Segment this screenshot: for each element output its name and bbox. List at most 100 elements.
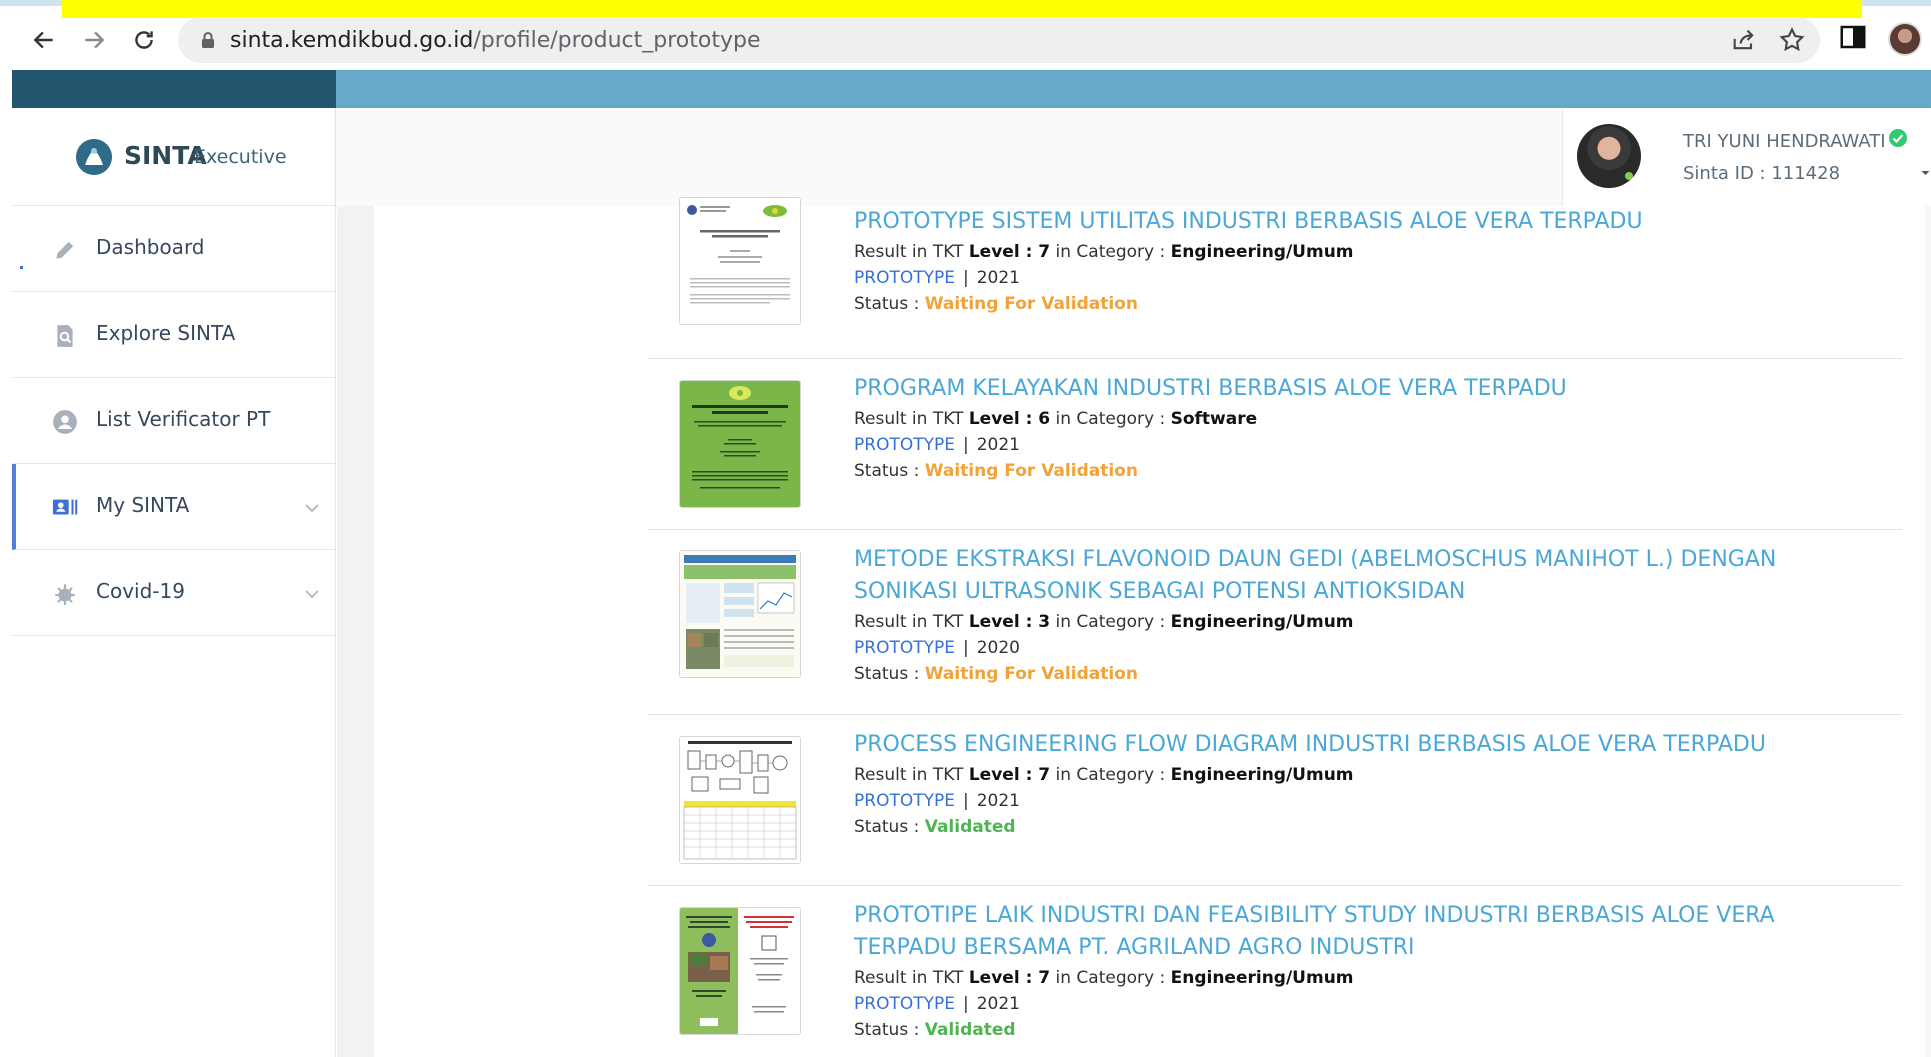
list-item: PROCESS ENGINEERING FLOW DIAGRAM INDUSTR… xyxy=(647,715,1902,886)
item-tkt-line: Result in TKT Level : 3 in Category : En… xyxy=(854,612,1354,632)
item-type-line: PROTOTYPE | 2021 xyxy=(854,268,1020,288)
back-button[interactable] xyxy=(24,20,64,60)
status-badge: Waiting For Validation xyxy=(924,664,1138,684)
side-panel-icon[interactable] xyxy=(1838,22,1868,52)
category-prefix: in Category : xyxy=(1055,409,1166,429)
brand-subtitle: Executive xyxy=(194,146,287,168)
brand[interactable]: SINTA Executive xyxy=(12,108,336,206)
item-title-link[interactable]: PROCESS ENGINEERING FLOW DIAGRAM INDUSTR… xyxy=(854,729,1884,761)
prototype-link[interactable]: PROTOTYPE xyxy=(854,791,955,811)
item-year: 2021 xyxy=(976,435,1020,455)
tkt-level: Level : 7 xyxy=(968,242,1051,262)
sinta-id: Sinta ID : 111428 xyxy=(1683,163,1841,184)
prototype-link[interactable]: PROTOTYPE xyxy=(854,994,955,1014)
user-avatar[interactable] xyxy=(1577,124,1641,188)
status-label: Status : xyxy=(854,664,920,684)
verified-check-icon xyxy=(1889,129,1907,147)
document-cover-icon xyxy=(680,381,800,507)
address-bar[interactable]: sinta.kemdikbud.go.id/profile/product_pr… xyxy=(178,17,1820,63)
status-label: Status : xyxy=(854,1020,920,1040)
category-prefix: in Category : xyxy=(1055,242,1166,262)
sidebar-item-my-sinta[interactable]: My SINTA xyxy=(12,464,336,550)
item-title-link[interactable]: PROGRAM KELAYAKAN INDUSTRI BERBASIS ALOE… xyxy=(854,373,1884,405)
app-band-left xyxy=(12,70,336,108)
book-cover-icon xyxy=(680,908,800,1034)
result-prefix: Result in TKT xyxy=(854,612,964,632)
status-badge: Waiting For Validation xyxy=(924,294,1138,314)
pencil-icon xyxy=(56,241,74,259)
browser-profile-avatar[interactable] xyxy=(1888,22,1922,56)
url-domain: sinta.kemdikbud.go.id xyxy=(230,28,474,53)
tab-strip-edge xyxy=(0,0,62,6)
item-thumbnail[interactable] xyxy=(679,550,801,678)
forward-button[interactable] xyxy=(74,20,114,60)
separator: | xyxy=(962,435,969,455)
item-year: 2021 xyxy=(976,268,1020,288)
caret-down-icon[interactable] xyxy=(1920,168,1931,178)
sidebar-item-covid-19[interactable]: Covid-19 xyxy=(12,550,336,636)
list-item: PROGRAM KELAYAKAN INDUSTRI BERBASIS ALOE… xyxy=(647,359,1902,530)
status-badge: Validated xyxy=(924,1020,1016,1040)
result-prefix: Result in TKT xyxy=(854,968,964,988)
item-status-line: Status : Waiting For Validation xyxy=(854,294,1138,314)
user-circle-icon xyxy=(53,410,77,434)
sidebar-item-list-verificator-pt[interactable]: List Verificator PT xyxy=(12,378,336,464)
separator: | xyxy=(962,268,969,288)
url-path: /profile/product_prototype xyxy=(473,28,761,53)
sidebar-item-explore-sinta[interactable]: Explore SINTA xyxy=(12,292,336,378)
item-thumbnail[interactable] xyxy=(679,197,801,325)
category: Software xyxy=(1170,409,1258,429)
item-title-link[interactable]: PROTOTIPE LAIK INDUSTRI DAN FEASIBILITY … xyxy=(854,900,1884,964)
prototype-link[interactable]: PROTOTYPE xyxy=(854,638,955,658)
result-prefix: Result in TKT xyxy=(854,242,964,262)
item-tkt-line: Result in TKT Level : 6 in Category : So… xyxy=(854,409,1257,429)
arrow-right-icon xyxy=(85,31,105,49)
result-prefix: Result in TKT xyxy=(854,765,964,785)
prototype-link[interactable]: PROTOTYPE xyxy=(854,435,955,455)
chevron-down-icon xyxy=(305,590,319,599)
item-year: 2020 xyxy=(976,638,1020,658)
tkt-level: Level : 6 xyxy=(968,409,1051,429)
sidebar-item-dashboard[interactable]: Dashboard xyxy=(12,206,336,292)
item-thumbnail[interactable] xyxy=(679,907,801,1035)
prototype-link[interactable]: PROTOTYPE xyxy=(854,268,955,288)
category-prefix: in Category : xyxy=(1055,612,1166,632)
list-item: PROTOTIPE LAIK INDUSTRI DAN FEASIBILITY … xyxy=(647,886,1902,1057)
item-title-link[interactable]: METODE EKSTRAKSI FLAVONOID DAUN GEDI (AB… xyxy=(854,544,1884,608)
arrow-left-icon xyxy=(33,31,53,49)
category: Engineering/Umum xyxy=(1170,612,1354,632)
status-badge: Waiting For Validation xyxy=(924,461,1138,481)
item-tkt-line: Result in TKT Level : 7 in Category : En… xyxy=(854,242,1354,262)
item-year: 2021 xyxy=(976,994,1020,1014)
tkt-level: Level : 3 xyxy=(968,612,1051,632)
sidebar-item-label: List Verificator PT xyxy=(96,407,271,431)
tkt-level: Level : 7 xyxy=(968,765,1051,785)
sidebar: SINTA Executive Dashboard Explore SINTA … xyxy=(12,108,336,1057)
item-title-link[interactable]: PROTOTYPE SISTEM UTILITAS INDUSTRI BERBA… xyxy=(854,206,1884,238)
status-badge: Validated xyxy=(924,817,1016,837)
lock-icon xyxy=(202,32,214,48)
category: Engineering/Umum xyxy=(1170,968,1354,988)
item-type-line: PROTOTYPE | 2021 xyxy=(854,994,1020,1014)
item-status-line: Status : Waiting For Validation xyxy=(854,664,1138,684)
bookmark-star-icon[interactable] xyxy=(1778,26,1806,54)
item-thumbnail[interactable] xyxy=(679,380,801,508)
tab-strip-edge xyxy=(1862,0,1931,6)
category: Engineering/Umum xyxy=(1170,242,1354,262)
share-icon[interactable] xyxy=(1730,26,1758,54)
list-item: METODE EKSTRAKSI FLAVONOID DAUN GEDI (AB… xyxy=(647,530,1902,715)
id-card-icon xyxy=(52,499,78,515)
scrollbar-track[interactable] xyxy=(1925,206,1931,1057)
separator: | xyxy=(962,994,969,1014)
reload-button[interactable] xyxy=(124,20,164,60)
item-thumbnail[interactable] xyxy=(679,736,801,864)
reload-icon xyxy=(135,31,153,49)
item-status-line: Status : Validated xyxy=(854,817,1016,837)
app-band-right xyxy=(336,70,1931,108)
chevron-down-icon xyxy=(305,504,319,513)
sidebar-item-label: My SINTA xyxy=(96,493,190,517)
status-label: Status : xyxy=(854,461,920,481)
item-status-line: Status : Waiting For Validation xyxy=(854,461,1138,481)
item-status-line: Status : Validated xyxy=(854,1020,1016,1040)
result-prefix: Result in TKT xyxy=(854,409,964,429)
